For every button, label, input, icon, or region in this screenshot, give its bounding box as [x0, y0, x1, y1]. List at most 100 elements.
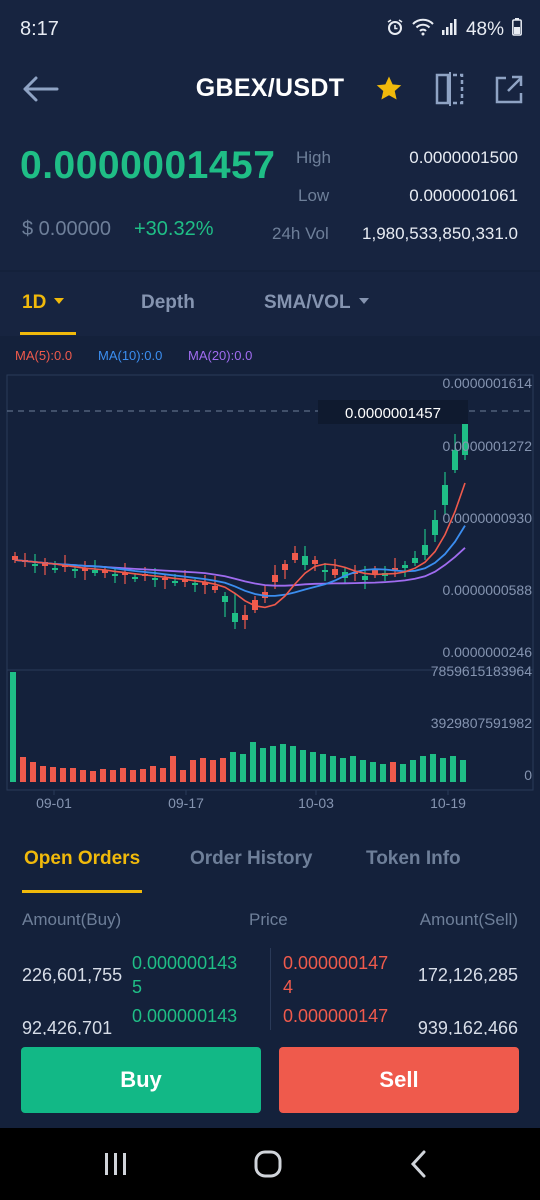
- status-bar: 8:17 48%: [0, 0, 540, 60]
- ma10-line: [14, 525, 466, 597]
- tab-open-orders[interactable]: Open Orders: [24, 848, 140, 870]
- tab-indicator-label: SMA/VOL: [264, 292, 351, 313]
- high-label: High: [296, 148, 331, 167]
- tab-depth[interactable]: Depth: [141, 292, 195, 314]
- current-price-label: 0.0000001457: [345, 405, 441, 422]
- candle-body: [172, 581, 178, 583]
- candle-body: [272, 575, 278, 582]
- signal-icon: [441, 19, 458, 41]
- dropdown-caret-icon: [358, 297, 369, 304]
- volume-bar: [120, 768, 126, 782]
- app-header: GBEX/USDT: [0, 60, 540, 130]
- volume-bar: [70, 768, 76, 782]
- ma20-line: [14, 547, 466, 587]
- candle-body: [232, 613, 238, 622]
- volume-bar: [210, 760, 216, 782]
- candle-body: [292, 553, 298, 560]
- share-icon: [495, 75, 523, 104]
- low-value: 0.0000001061: [409, 186, 518, 205]
- alarm-icon: [386, 18, 404, 42]
- dropdown-caret-icon: [54, 297, 65, 304]
- star-icon: [376, 76, 402, 100]
- home-icon: [254, 1150, 282, 1178]
- tab-indicator[interactable]: SMA/VOL: [264, 292, 369, 314]
- candle-body: [422, 545, 428, 555]
- volume-bar: [230, 752, 236, 782]
- x-tick-label: 09-01: [36, 795, 72, 811]
- ma10-label: MA(10):0.0: [98, 348, 163, 363]
- low-label: Low: [298, 186, 330, 205]
- last-price: 0.0000001457: [20, 144, 276, 187]
- candle-body: [112, 574, 118, 576]
- volume-bar: [190, 760, 196, 782]
- volume-bar: [460, 760, 466, 782]
- battery-percent: 48%: [465, 19, 504, 40]
- tab-token-info[interactable]: Token Info: [366, 848, 461, 870]
- candle-body: [92, 570, 98, 573]
- volume-bar: [220, 758, 226, 782]
- candlestick-chart[interactable]: 0.0000001457 0.0000001614 0.0000001272 0.0…: [0, 370, 540, 820]
- high-value: 0.0000001500: [409, 148, 518, 167]
- order-tabs: Open Orders Order History Token Info: [0, 828, 540, 898]
- candle-body: [402, 565, 408, 568]
- volume-bar: [400, 764, 406, 782]
- volume-bar: [360, 760, 366, 782]
- volume-bar: [380, 764, 386, 782]
- volume-bar: [140, 769, 146, 782]
- price-axis-label: 0.0000000930: [442, 510, 532, 526]
- recent-apps-button[interactable]: [98, 1148, 134, 1180]
- tab-order-history[interactable]: Order History: [190, 848, 312, 870]
- volume-bar: [370, 762, 376, 782]
- x-tick-label: 10-03: [298, 795, 334, 811]
- sell-price-wrap: 4: [283, 977, 294, 997]
- volume-bar: [410, 760, 416, 782]
- sell-price: 0.000000147: [283, 1006, 389, 1026]
- battery-icon: [512, 18, 522, 42]
- head-amount-buy: Amount(Buy): [22, 910, 122, 929]
- sell-amount: 172,126,285: [417, 965, 518, 985]
- candle-body: [362, 576, 368, 580]
- x-tick-label: 09-17: [168, 795, 204, 811]
- buy-button[interactable]: Buy: [21, 1047, 261, 1113]
- candle-body: [322, 570, 328, 572]
- ma-legend: MA(5):0.0 MA(10):0.0 MA(20):0.0: [0, 340, 540, 370]
- back-nav-button[interactable]: [404, 1146, 434, 1182]
- candle-body: [282, 564, 288, 570]
- wifi-icon: [412, 18, 434, 42]
- volume-axis-label: 3929807591982: [431, 715, 532, 731]
- volume-bar: [110, 770, 116, 782]
- volume-bar: [200, 758, 206, 782]
- price-axis-label: 0.0000000588: [442, 582, 532, 598]
- share-button[interactable]: [494, 72, 526, 106]
- home-button[interactable]: [250, 1146, 286, 1182]
- volume-bar: [50, 767, 56, 782]
- compare-button[interactable]: [434, 72, 468, 106]
- split-view-icon: [435, 72, 464, 106]
- candle-body: [32, 564, 38, 566]
- volume-axis-label: 7859615183964: [431, 663, 532, 679]
- candle-body: [432, 520, 438, 535]
- candle-body: [222, 596, 228, 602]
- tab-interval-label: 1D: [22, 292, 47, 313]
- volume-bar: [30, 762, 36, 782]
- candle-body: [162, 578, 168, 580]
- volume-bar: [150, 766, 156, 782]
- volume-label: 24h Vol: [272, 224, 329, 243]
- head-amount-sell: Amount(Sell): [419, 910, 518, 929]
- chart-tabs: 1D Depth SMA/VOL: [0, 272, 540, 336]
- favorite-button[interactable]: [374, 74, 406, 106]
- volume-bar: [350, 756, 356, 782]
- buy-price: 0.000000143: [132, 953, 238, 973]
- sell-button[interactable]: Sell: [279, 1047, 519, 1113]
- volume-bar: [430, 754, 436, 782]
- volume-bar: [130, 770, 136, 782]
- status-icons: 48%: [386, 18, 522, 42]
- candle-body: [212, 586, 218, 590]
- candle-body: [132, 577, 138, 579]
- volume-bar: [40, 766, 46, 782]
- volume-bar: [270, 746, 276, 782]
- volume-bar: [320, 754, 326, 782]
- tab-interval[interactable]: 1D: [22, 292, 65, 314]
- buy-price: 0.000000143: [132, 1006, 238, 1026]
- volume-bar: [10, 672, 16, 782]
